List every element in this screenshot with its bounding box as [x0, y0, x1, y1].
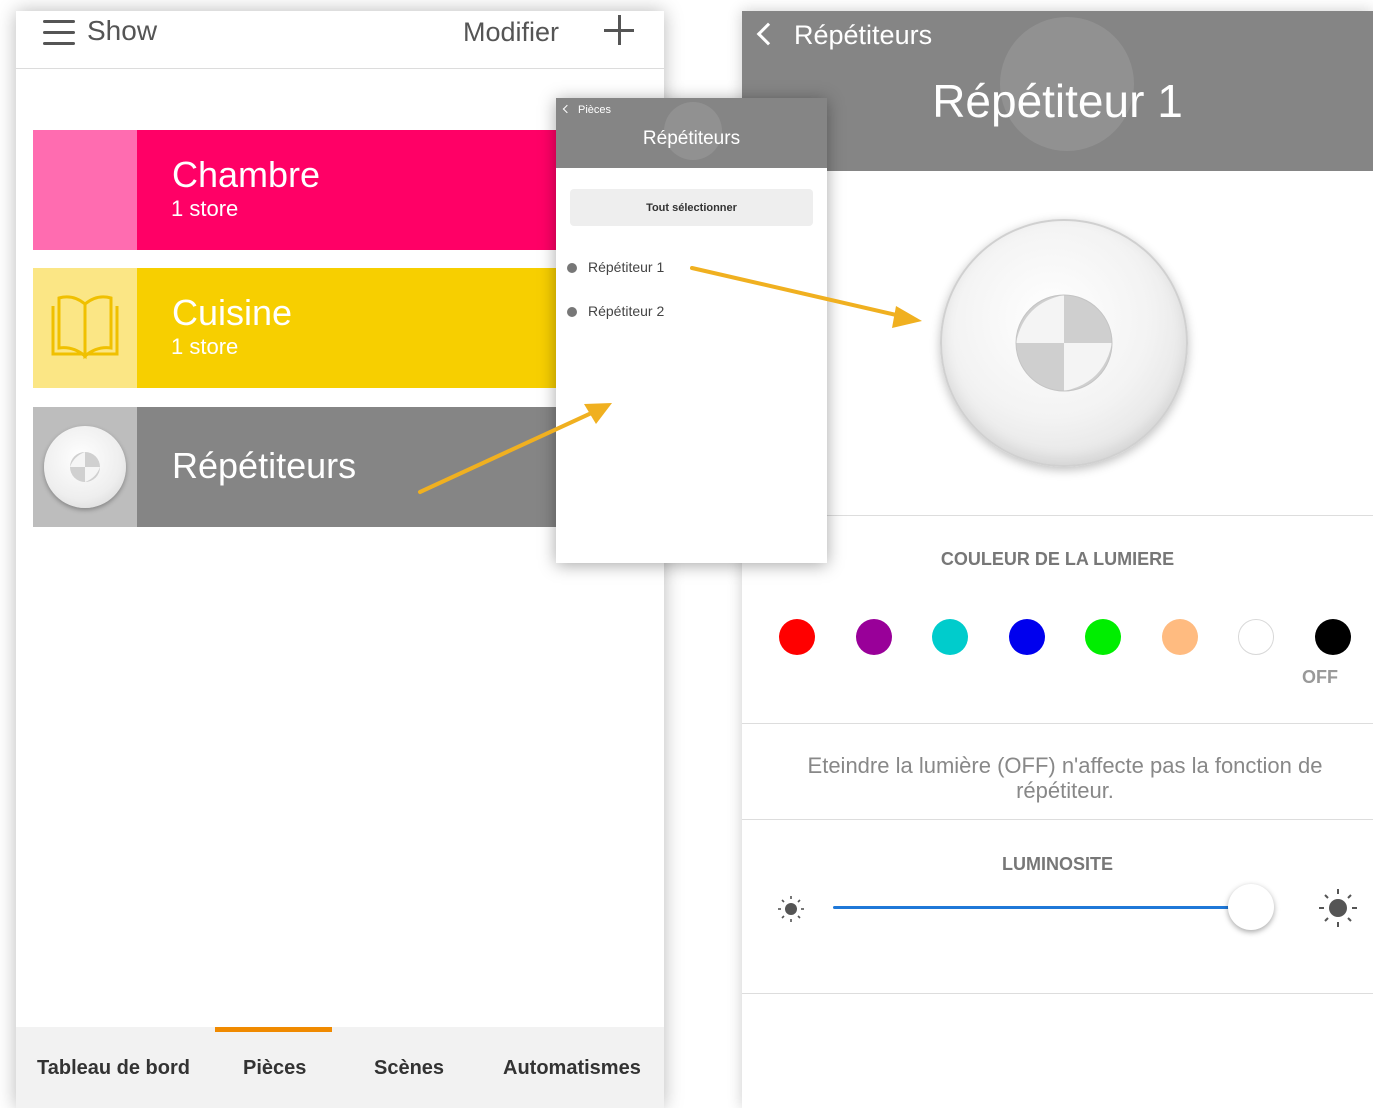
repeater-device-icon — [44, 426, 126, 508]
color-swatch[interactable] — [855, 619, 892, 655]
room-name: Répétiteurs — [172, 445, 357, 486]
back-label: Pièces — [578, 104, 612, 116]
off-notice-text: Eteindre la lumière (OFF) n'affecte pas … — [807, 753, 1323, 803]
page-title: Répétiteur 1 — [932, 75, 1183, 127]
repeater-detail-screen: Répétiteurs Répétiteur 1 COULEUR DE LA L… — [742, 11, 1373, 1108]
tab-automations[interactable]: Automatismes — [503, 1057, 641, 1080]
back-button[interactable]: Répétiteurs — [756, 20, 933, 51]
brightness-slider-thumb[interactable] — [1228, 884, 1274, 930]
back-label: Répétiteurs — [794, 20, 933, 50]
back-button[interactable]: Pièces — [562, 104, 612, 116]
off-label: OFF — [1302, 667, 1338, 687]
show-menu-label[interactable]: Show — [87, 15, 157, 47]
chevron-left-icon — [756, 22, 780, 46]
list-header: Pièces Répétiteurs — [556, 98, 827, 168]
list-item[interactable]: Répétiteur 1 — [567, 259, 664, 275]
list-item[interactable]: Répétiteur 2 — [567, 303, 664, 319]
add-icon[interactable] — [604, 15, 634, 45]
select-all-button[interactable]: Tout sélectionner — [570, 189, 813, 226]
repeaters-list-screen: Pièces Répétiteurs Tout sélectionner Rép… — [556, 98, 827, 563]
divider — [742, 993, 1373, 994]
active-tab-indicator — [215, 1027, 332, 1032]
room-name: Cuisine — [172, 292, 293, 333]
tab-scenes[interactable]: Scènes — [374, 1057, 444, 1080]
room-thumbnail — [33, 268, 137, 388]
edit-button[interactable]: Modifier — [463, 17, 559, 48]
color-swatch[interactable] — [1238, 619, 1274, 655]
bullet-icon — [567, 307, 577, 318]
room-name: Chambre — [172, 154, 321, 195]
hamburger-menu-icon[interactable] — [43, 20, 75, 46]
light-color-heading: COULEUR DE LA LUMIERE — [940, 549, 1175, 569]
repeater-logo-icon — [1015, 294, 1113, 392]
repeater-device-image — [940, 219, 1188, 467]
bottom-tab-bar: Tableau de bord Pièces Scènes Automatism… — [16, 1027, 664, 1108]
list-item-label: Répétiteur 2 — [588, 303, 665, 319]
room-thumbnail — [33, 407, 137, 527]
color-swatch[interactable] — [1161, 619, 1198, 655]
sun-small-icon — [778, 896, 804, 922]
list-title: Répétiteurs — [642, 128, 741, 149]
color-swatch[interactable] — [932, 619, 968, 655]
tab-rooms[interactable]: Pièces — [243, 1057, 306, 1080]
detail-header: Répétiteurs Répétiteur 1 — [742, 11, 1373, 171]
chevron-left-icon — [562, 104, 572, 114]
color-swatch[interactable] — [1008, 619, 1045, 655]
color-swatch[interactable] — [1085, 619, 1121, 655]
divider — [742, 723, 1373, 724]
book-icon — [51, 295, 119, 360]
room-subtitle: 1 store — [171, 334, 239, 359]
brightness-heading: LUMINOSITE — [1002, 854, 1113, 874]
bullet-icon — [567, 263, 577, 274]
color-swatch[interactable] — [1314, 619, 1351, 655]
tab-dashboard[interactable]: Tableau de bord — [37, 1057, 190, 1080]
brightness-slider-track[interactable] — [833, 906, 1251, 909]
room-subtitle: 1 store — [171, 196, 239, 221]
divider — [742, 819, 1373, 820]
room-thumbnail — [33, 130, 137, 250]
divider — [742, 515, 1373, 516]
list-item-label: Répétiteur 1 — [588, 259, 665, 275]
top-bar: Show Modifier — [16, 11, 664, 69]
sun-large-icon — [1319, 889, 1357, 927]
color-swatch[interactable] — [779, 619, 815, 655]
